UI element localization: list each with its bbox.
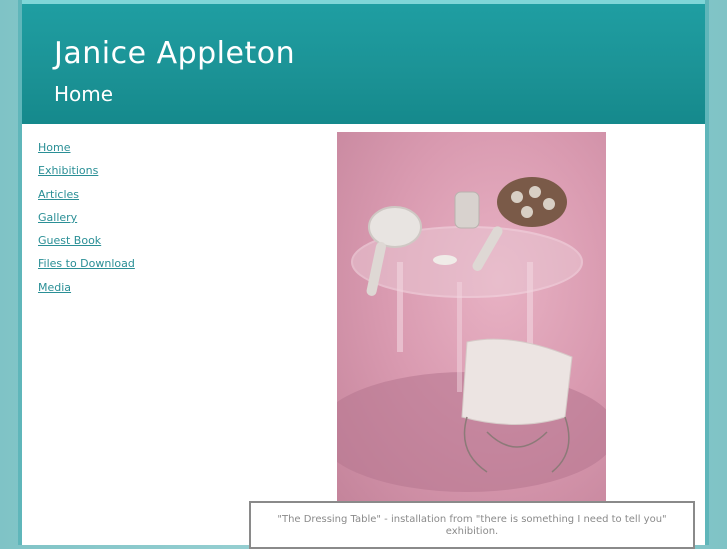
nav-item-files: Files to Download <box>38 252 135 275</box>
nav-item-home: Home <box>38 136 135 159</box>
nav-item-media: Media <box>38 276 135 299</box>
nav-link-gallery[interactable]: Gallery <box>38 211 77 224</box>
site-header: Janice Appleton Home <box>22 0 705 124</box>
nav-item-exhibitions: Exhibitions <box>38 159 135 182</box>
nav-link-home[interactable]: Home <box>38 141 70 154</box>
nav-item-articles: Articles <box>38 183 135 206</box>
nav-link-media[interactable]: Media <box>38 281 71 294</box>
dressing-table-photo <box>337 132 606 502</box>
nav-link-exhibitions[interactable]: Exhibitions <box>38 164 98 177</box>
nav-link-files-to-download[interactable]: Files to Download <box>38 257 135 270</box>
photo-caption: "The Dressing Table" - installation from… <box>249 501 695 549</box>
page-title: Home <box>54 82 114 106</box>
page-container: Janice Appleton Home Home Exhibitions Ar… <box>18 0 709 549</box>
site-title: Janice Appleton <box>54 36 296 71</box>
nav-item-gallery: Gallery <box>38 206 135 229</box>
nav-item-guest-book: Guest Book <box>38 229 135 252</box>
nav-link-articles[interactable]: Articles <box>38 188 79 201</box>
nav-link-guest-book[interactable]: Guest Book <box>38 234 101 247</box>
sidebar-nav: Home Exhibitions Articles Gallery Guest … <box>38 136 135 299</box>
photo-illustration <box>337 177 606 492</box>
